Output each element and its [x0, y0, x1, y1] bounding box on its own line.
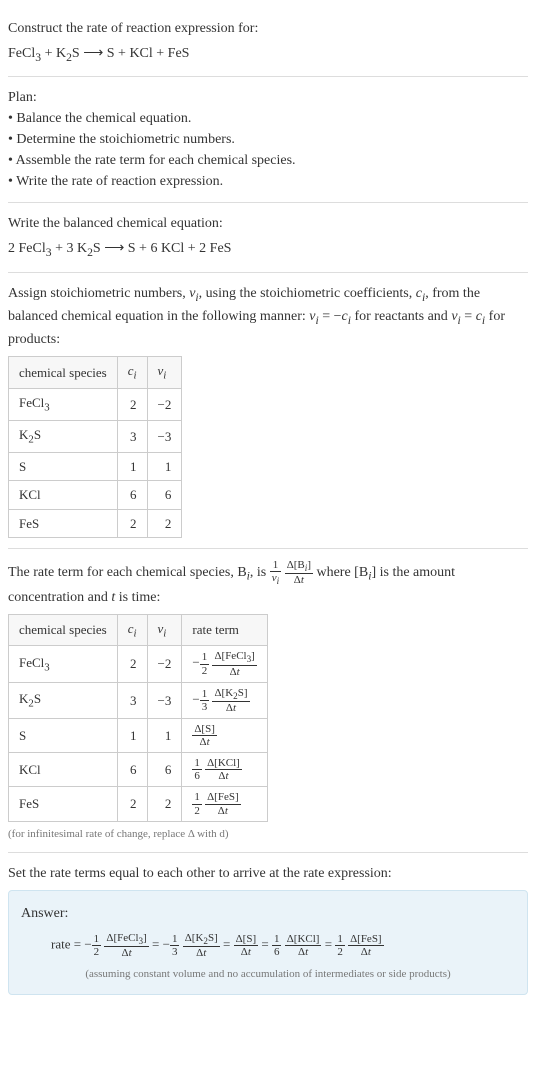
- col-nui: νi: [147, 357, 182, 389]
- cell-species: S: [9, 719, 118, 753]
- col-nui: νi: [147, 614, 182, 646]
- rateterm-table: chemical species ci νi rate term FeCl32−…: [8, 614, 268, 822]
- cell-nu: 2: [147, 787, 182, 821]
- plan-section: Plan: Balance the chemical equation. Det…: [8, 77, 528, 203]
- unbalanced-equation: FeCl3 + K2S ⟶ S + KCl + FeS: [8, 43, 528, 66]
- answer-label: Answer:: [21, 903, 515, 924]
- rateterm-intro: The rate term for each chemical species,…: [8, 559, 528, 607]
- cell-c: 6: [117, 753, 147, 787]
- final-intro: Set the rate terms equal to each other t…: [8, 863, 528, 884]
- cell-nu: 1: [147, 719, 182, 753]
- cell-nu: 2: [147, 509, 182, 538]
- table-header-row: chemical species ci νi rate term: [9, 614, 268, 646]
- answer-note: (assuming constant volume and no accumul…: [21, 966, 515, 983]
- plan-list: Balance the chemical equation. Determine…: [8, 108, 528, 192]
- rateterm-section: The rate term for each chemical species,…: [8, 549, 528, 853]
- table-row: S11Δ[S]Δt: [9, 719, 268, 753]
- table-row: KCl66: [9, 481, 182, 510]
- table-row: FeCl32−2: [9, 389, 182, 421]
- plan-item: Determine the stoichiometric numbers.: [8, 129, 528, 150]
- cell-species: K2S: [9, 682, 118, 718]
- intro-prompt: Construct the rate of reaction expressio…: [8, 18, 528, 39]
- intro-section: Construct the rate of reaction expressio…: [8, 8, 528, 77]
- plan-title: Plan:: [8, 87, 528, 108]
- col-species: chemical species: [9, 357, 118, 389]
- cell-c: 1: [117, 452, 147, 481]
- cell-c: 2: [117, 646, 147, 682]
- cell-rate: Δ[S]Δt: [182, 719, 267, 753]
- cell-species: KCl: [9, 481, 118, 510]
- cell-nu: −2: [147, 389, 182, 421]
- cell-rate: 12 Δ[FeS]Δt: [182, 787, 267, 821]
- table-row: FeS2212 Δ[FeS]Δt: [9, 787, 268, 821]
- rateterm-footnote: (for infinitesimal rate of change, repla…: [8, 826, 528, 843]
- col-ci: ci: [117, 357, 147, 389]
- cell-nu: −3: [147, 682, 182, 718]
- cell-c: 3: [117, 682, 147, 718]
- balanced-intro: Write the balanced chemical equation:: [8, 213, 528, 234]
- final-section: Set the rate terms equal to each other t…: [8, 853, 528, 1005]
- table-row: S11: [9, 452, 182, 481]
- table-row: K2S3−3−13 Δ[K2S]Δt: [9, 682, 268, 718]
- cell-nu: 6: [147, 481, 182, 510]
- plan-item: Assemble the rate term for each chemical…: [8, 150, 528, 171]
- col-species: chemical species: [9, 614, 118, 646]
- balanced-section: Write the balanced chemical equation: 2 …: [8, 203, 528, 272]
- table-row: FeS22: [9, 509, 182, 538]
- col-ci: ci: [117, 614, 147, 646]
- stoich-section: Assign stoichiometric numbers, νi, using…: [8, 273, 528, 550]
- cell-species: FeCl3: [9, 389, 118, 421]
- cell-rate: 16 Δ[KCl]Δt: [182, 753, 267, 787]
- cell-species: K2S: [9, 420, 118, 452]
- cell-species: FeS: [9, 509, 118, 538]
- table-row: K2S3−3: [9, 420, 182, 452]
- cell-c: 3: [117, 420, 147, 452]
- table-row: KCl6616 Δ[KCl]Δt: [9, 753, 268, 787]
- stoich-table: chemical species ci νi FeCl32−2 K2S3−3 S…: [8, 356, 182, 538]
- cell-nu: −3: [147, 420, 182, 452]
- plan-item: Balance the chemical equation.: [8, 108, 528, 129]
- cell-species: FeS: [9, 787, 118, 821]
- cell-c: 6: [117, 481, 147, 510]
- rate-expression: rate = −12 Δ[FeCl3]Δt = −13 Δ[K2S]Δt = Δ…: [21, 932, 515, 959]
- table-row: FeCl32−2−12 Δ[FeCl3]Δt: [9, 646, 268, 682]
- cell-nu: −2: [147, 646, 182, 682]
- cell-species: KCl: [9, 753, 118, 787]
- stoich-intro: Assign stoichiometric numbers, νi, using…: [8, 283, 528, 351]
- cell-species: S: [9, 452, 118, 481]
- table-header-row: chemical species ci νi: [9, 357, 182, 389]
- cell-c: 2: [117, 787, 147, 821]
- cell-nu: 6: [147, 753, 182, 787]
- cell-rate: −12 Δ[FeCl3]Δt: [182, 646, 267, 682]
- cell-nu: 1: [147, 452, 182, 481]
- plan-item: Write the rate of reaction expression.: [8, 171, 528, 192]
- cell-c: 2: [117, 389, 147, 421]
- cell-c: 2: [117, 509, 147, 538]
- cell-c: 1: [117, 719, 147, 753]
- cell-species: FeCl3: [9, 646, 118, 682]
- answer-box: Answer: rate = −12 Δ[FeCl3]Δt = −13 Δ[K2…: [8, 890, 528, 995]
- col-rate: rate term: [182, 614, 267, 646]
- balanced-equation: 2 FeCl3 + 3 K2S ⟶ S + 6 KCl + 2 FeS: [8, 238, 528, 261]
- cell-rate: −13 Δ[K2S]Δt: [182, 682, 267, 718]
